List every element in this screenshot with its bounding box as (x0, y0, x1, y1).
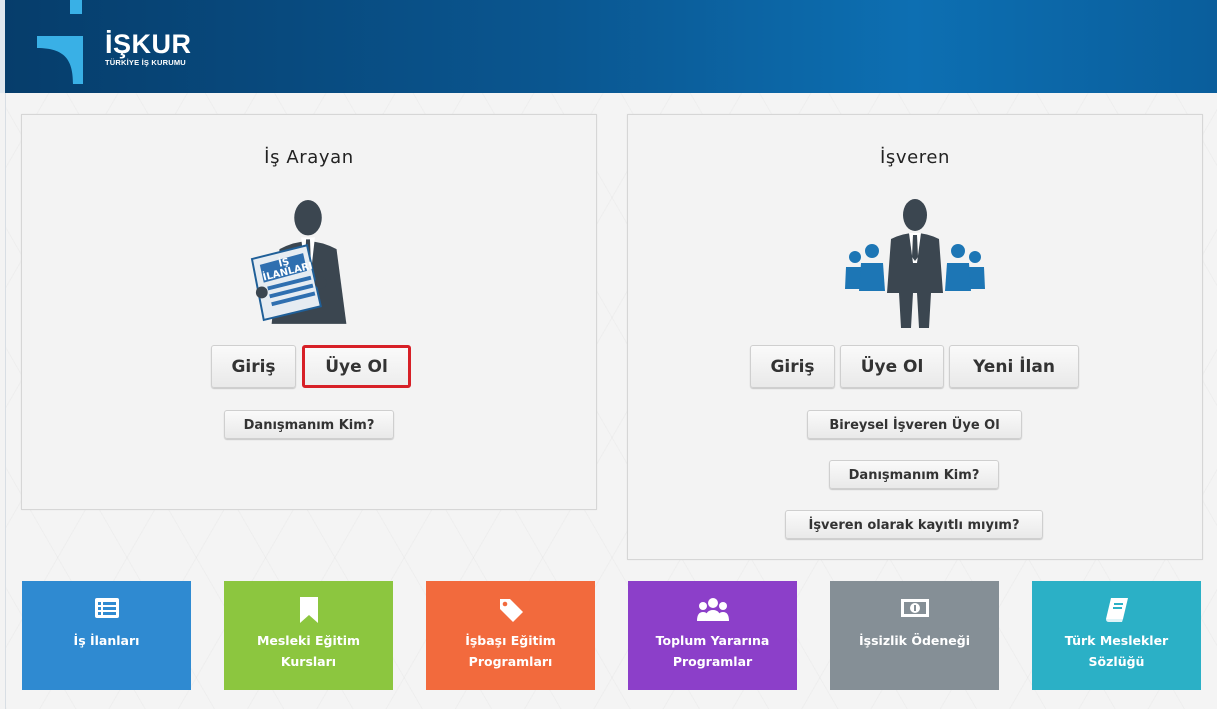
logo-subtitle: TÜRKİYE İŞ KURUMU (105, 58, 186, 67)
employer-panel: İşveren Giriş Üye Ol Yeni İlan Bireysel … (627, 114, 1203, 560)
job-seeker-title: İş Arayan (264, 147, 354, 168)
job-seeker-advisor-button[interactable]: Danışmanım Kim? (224, 410, 394, 439)
tile-label: İşsizlik Ödeneği (859, 633, 970, 648)
money-icon (830, 597, 999, 623)
tag-icon (426, 597, 595, 623)
tile-label: İş İlanları (73, 633, 140, 648)
tile-label: İşbaşı Eğitim Programları (465, 633, 556, 669)
logo-title: İŞKUR (105, 29, 192, 59)
tile-label: Mesleki Eğitim Kursları (256, 633, 361, 669)
job-seeker-panel: İş Arayan İŞ İLANLARI Giriş Üye Ol Danış… (21, 114, 597, 510)
employer-advisor-button[interactable]: Danışmanım Kim? (829, 460, 999, 489)
job-seeker-icon: İŞ İLANLARI (250, 200, 347, 324)
employer-register-button[interactable]: Üye Ol (840, 345, 944, 388)
logo-text[interactable]: İŞKUR TÜRKİYE İŞ KURUMU (105, 30, 192, 67)
job-seeker-login-button[interactable]: Giriş (211, 345, 296, 388)
individual-employer-register-button[interactable]: Bireysel İşveren Üye Ol (807, 410, 1022, 439)
job-seeker-register-button[interactable]: Üye Ol (302, 345, 411, 388)
tile-unemployment-benefit[interactable]: İşsizlik Ödeneği (830, 581, 999, 690)
tile-community-programs[interactable]: Toplum Yararına Programlar (628, 581, 797, 690)
book-icon (1032, 597, 1201, 623)
tile-on-the-job-training[interactable]: İşbaşı Eğitim Programları (426, 581, 595, 690)
group-icon (628, 597, 797, 623)
tile-vocational-training[interactable]: Mesleki Eğitim Kursları (224, 581, 393, 690)
employer-icon (845, 199, 985, 328)
employer-title: İşveren (879, 147, 951, 168)
tile-occupations-dictionary[interactable]: Türk Meslekler Sözlüğü (1032, 581, 1201, 690)
header-bar: İŞKUR TÜRKİYE İŞ KURUMU (0, 0, 1217, 93)
bookmark-icon (224, 597, 393, 623)
iskur-logo-icon[interactable] (37, 0, 97, 84)
tile-job-listings[interactable]: İş İlanları (22, 581, 191, 690)
employer-registered-check-button[interactable]: İşveren olarak kayıtlı mıyım? (785, 510, 1043, 539)
employer-login-button[interactable]: Giriş (750, 345, 835, 388)
tile-label: Toplum Yararına Programlar (655, 633, 770, 669)
employer-new-listing-button[interactable]: Yeni İlan (949, 345, 1079, 388)
list-icon (22, 597, 191, 623)
tile-label: Türk Meslekler Sözlüğü (1064, 633, 1169, 669)
